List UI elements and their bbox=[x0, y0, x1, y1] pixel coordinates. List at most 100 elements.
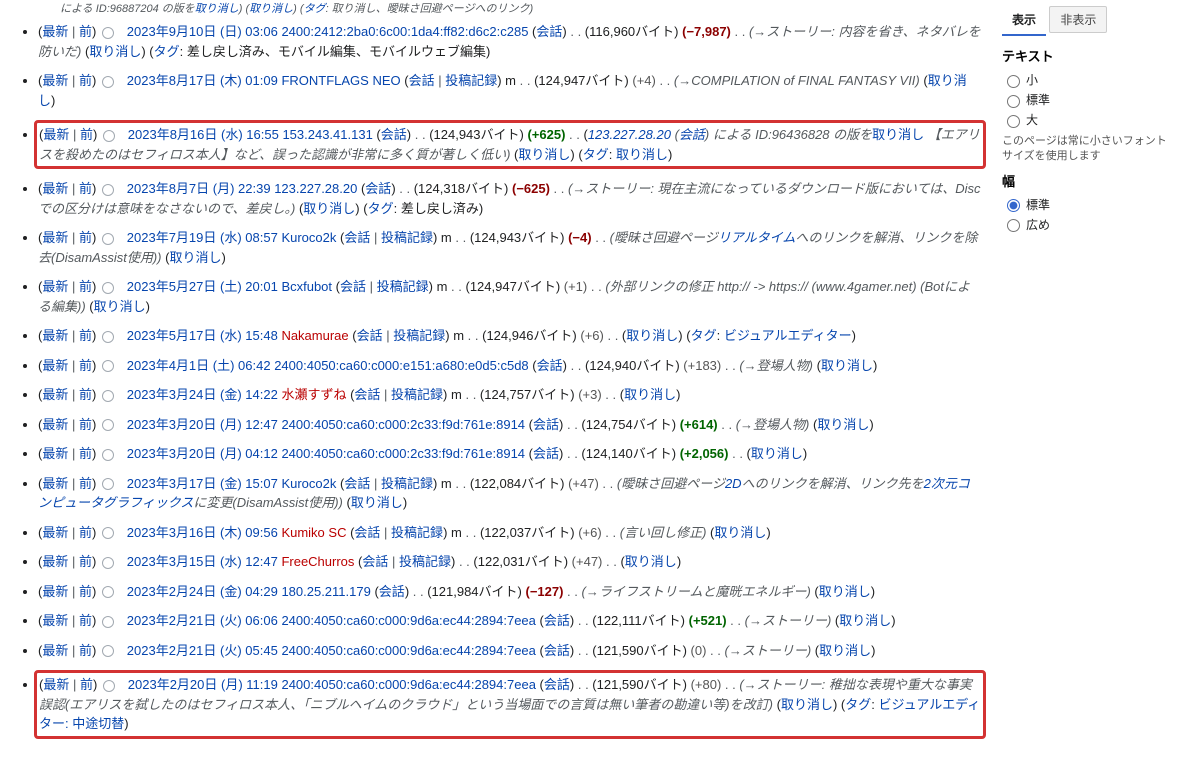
rev-date[interactable]: 2023年3月24日 (金) 14:22 bbox=[127, 387, 278, 402]
contribs-link[interactable]: 投稿記録 bbox=[445, 73, 497, 88]
prev-link[interactable]: 前 bbox=[79, 476, 92, 491]
undo-link[interactable]: 取り消し bbox=[625, 554, 677, 569]
undo-link[interactable]: 取り消し bbox=[821, 358, 873, 373]
rev-user[interactable]: 180.25.211.179 bbox=[281, 584, 370, 599]
contribs-link[interactable]: 投稿記録 bbox=[381, 476, 433, 491]
prev-link[interactable]: 前 bbox=[79, 230, 92, 245]
rev-user[interactable]: 2400:2412:2ba0:6c00:1da4:ff82:d6c2:c285 bbox=[281, 24, 528, 39]
talk-link[interactable]: 会話 bbox=[362, 554, 388, 569]
rev-user[interactable]: 123.227.28.20 bbox=[274, 181, 357, 196]
talk-link[interactable]: 会話 bbox=[409, 73, 435, 88]
tag-label[interactable]: タグ bbox=[691, 328, 717, 343]
radio-large[interactable]: 大 bbox=[1002, 111, 1172, 128]
rev-user[interactable]: 2400:4050:ca60:c000:9d6a:ec44:2894:7eea bbox=[281, 613, 535, 628]
cur-link[interactable]: 最新 bbox=[42, 643, 68, 658]
undo-link[interactable]: 取り消し bbox=[89, 44, 141, 59]
rev-date[interactable]: 2023年2月21日 (火) 06:06 bbox=[127, 613, 278, 628]
radio-marker-icon[interactable] bbox=[102, 27, 114, 39]
cur-link[interactable]: 最新 bbox=[43, 127, 69, 142]
summary-link[interactable]: リアルタイム bbox=[718, 230, 796, 245]
tag-label[interactable]: タグ bbox=[845, 697, 871, 712]
tag-value[interactable]: 取り消し bbox=[616, 147, 668, 162]
prev-link[interactable]: 前 bbox=[79, 328, 92, 343]
rev-date[interactable]: 2023年3月15日 (水) 12:47 bbox=[127, 554, 278, 569]
prev-link[interactable]: 前 bbox=[80, 127, 93, 142]
tag-link[interactable]: タグ bbox=[304, 3, 326, 15]
cur-link[interactable]: 最新 bbox=[42, 279, 68, 294]
talk-link[interactable]: 会話 bbox=[357, 328, 383, 343]
contribs-link[interactable]: 投稿記録 bbox=[377, 279, 429, 294]
cur-link[interactable]: 最新 bbox=[42, 525, 68, 540]
cur-link[interactable]: 最新 bbox=[42, 476, 68, 491]
prev-link[interactable]: 前 bbox=[79, 387, 92, 402]
rev-user[interactable]: Kumiko SC bbox=[281, 525, 346, 540]
prev-link[interactable]: 前 bbox=[79, 181, 92, 196]
rev-date[interactable]: 2023年3月17日 (金) 15:07 bbox=[127, 476, 278, 491]
prev-link[interactable]: 前 bbox=[79, 643, 92, 658]
rev-user[interactable]: 水瀬すずね bbox=[281, 387, 346, 402]
radio-marker-icon[interactable] bbox=[102, 449, 114, 461]
undo-link[interactable]: 取り消し bbox=[169, 250, 221, 265]
cur-link[interactable]: 最新 bbox=[42, 73, 68, 88]
talk-link[interactable]: 会話 bbox=[354, 387, 380, 402]
tab-hide[interactable]: 非表示 bbox=[1049, 6, 1107, 33]
talk-link[interactable]: 会話 bbox=[344, 230, 370, 245]
undo-link[interactable]: 取り消し bbox=[249, 3, 293, 15]
rev-date[interactable]: 2023年9月10日 (日) 03:06 bbox=[127, 24, 278, 39]
rev-user[interactable]: 2400:4050:ca60:c000:e151:a680:e0d5:c5d8 bbox=[274, 358, 528, 373]
prev-link[interactable]: 前 bbox=[79, 554, 92, 569]
contribs-link[interactable]: 投稿記録 bbox=[391, 525, 443, 540]
talk-link[interactable]: 会話 bbox=[544, 677, 570, 692]
prev-link[interactable]: 前 bbox=[79, 417, 92, 432]
prev-user-link[interactable]: 123.227.28.20 bbox=[588, 127, 671, 142]
prev-link[interactable]: 前 bbox=[80, 677, 93, 692]
rev-user[interactable]: 2400:4050:ca60:c000:9d6a:ec44:2894:7eea bbox=[281, 677, 535, 692]
undo-link[interactable]: 取り消し bbox=[781, 697, 833, 712]
tag-label[interactable]: タグ bbox=[154, 44, 180, 59]
radio-marker-icon[interactable] bbox=[102, 586, 114, 598]
radio-marker-icon[interactable] bbox=[102, 282, 114, 294]
rev-user[interactable]: Kuroco2k bbox=[281, 230, 336, 245]
radio-marker-icon[interactable] bbox=[102, 419, 114, 431]
talk-link[interactable]: 会話 bbox=[381, 127, 407, 142]
talk-link[interactable]: 会話 bbox=[344, 476, 370, 491]
cur-link[interactable]: 最新 bbox=[42, 613, 68, 628]
prev-link[interactable]: 前 bbox=[79, 73, 92, 88]
rev-date[interactable]: 2023年5月17日 (水) 15:48 bbox=[127, 328, 278, 343]
radio-marker-icon[interactable] bbox=[102, 478, 114, 490]
tab-display[interactable]: 表示 bbox=[1002, 7, 1046, 36]
cur-link[interactable]: 最新 bbox=[42, 181, 68, 196]
rev-user[interactable]: Kuroco2k bbox=[281, 476, 336, 491]
tag-value[interactable]: ビジュアルエディター bbox=[724, 328, 852, 343]
talk-link[interactable]: 会話 bbox=[354, 525, 380, 540]
talk-link[interactable]: 会話 bbox=[537, 358, 563, 373]
radio-marker-icon[interactable] bbox=[102, 390, 114, 402]
radio-marker-icon[interactable] bbox=[102, 527, 114, 539]
rev-date[interactable]: 2023年3月20日 (月) 12:47 bbox=[127, 417, 278, 432]
contribs-link[interactable]: 投稿記録 bbox=[391, 387, 443, 402]
radio-marker-icon[interactable] bbox=[102, 645, 114, 657]
contribs-link[interactable]: 投稿記録 bbox=[393, 328, 445, 343]
radio-marker-icon[interactable] bbox=[102, 233, 114, 245]
radio-marker-icon[interactable] bbox=[102, 616, 114, 628]
talk-link[interactable]: 会話 bbox=[679, 127, 705, 142]
rev-user[interactable]: 2400:4050:ca60:c000:2c33:f9d:761e:8914 bbox=[281, 446, 525, 461]
undo-link[interactable]: 取り消し bbox=[626, 328, 678, 343]
prev-link[interactable]: 前 bbox=[79, 358, 92, 373]
cur-link[interactable]: 最新 bbox=[42, 417, 68, 432]
radio-small[interactable]: 小 bbox=[1002, 71, 1172, 88]
undo-link[interactable]: 取り消し bbox=[819, 584, 871, 599]
prev-link[interactable]: 前 bbox=[79, 613, 92, 628]
undo-link[interactable]: 取り消し bbox=[751, 446, 803, 461]
radio-marker-icon[interactable] bbox=[102, 360, 114, 372]
undo-rev-link[interactable]: 取り消し bbox=[872, 127, 924, 142]
undo-link[interactable]: 取り消し bbox=[303, 201, 355, 216]
undo-link[interactable]: 取り消し bbox=[819, 643, 871, 658]
prev-link[interactable]: 前 bbox=[79, 525, 92, 540]
contribs-link[interactable]: 投稿記録 bbox=[381, 230, 433, 245]
radio-marker-icon[interactable] bbox=[102, 557, 114, 569]
rev-user[interactable]: FRONTFLAGS NEO bbox=[281, 73, 400, 88]
rev-user[interactable]: 2400:4050:ca60:c000:2c33:f9d:761e:8914 bbox=[281, 417, 525, 432]
cur-link[interactable]: 最新 bbox=[42, 387, 68, 402]
radio-width-wide[interactable]: 広め bbox=[1002, 216, 1172, 233]
